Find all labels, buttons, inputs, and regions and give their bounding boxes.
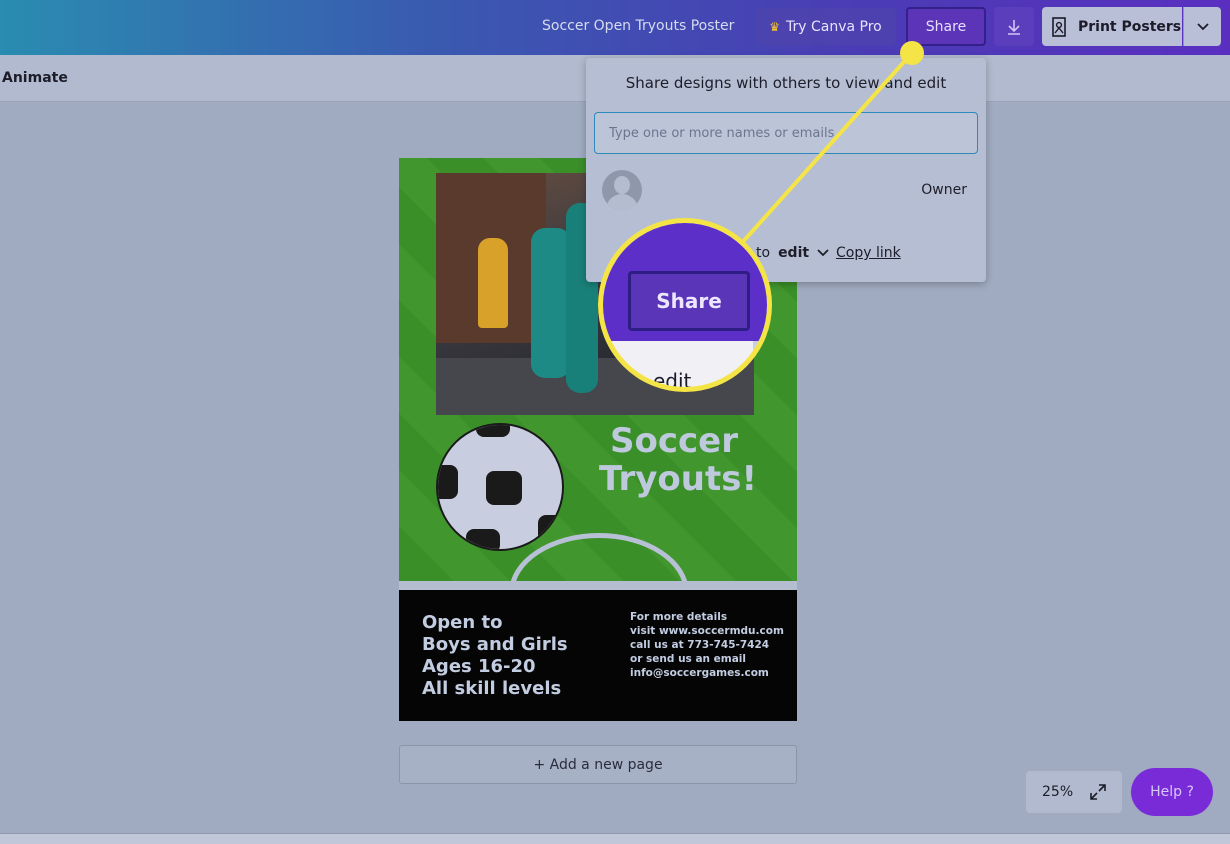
details-line: call us at 773-745-7424 [630,639,770,651]
details-line: or send us an email [630,653,747,665]
top-bar: Soccer Open Tryouts Poster ♛ Try Canva P… [0,0,1230,55]
ball-patch [438,465,458,499]
help-label: Help ? [1150,784,1194,800]
ball-patch [476,425,510,437]
poster-title-line1: Soccer [610,421,738,461]
poster-divider [399,581,797,590]
ball-patch [486,471,522,505]
permission-value: edit [778,245,810,261]
bottom-scrollbar[interactable] [0,833,1230,844]
details-line: For more details [630,611,728,623]
poster-details-text[interactable]: For more details visit www.soccermdu.com… [630,610,784,680]
magnified-share-button: Share [628,271,750,331]
chevron-down-icon [817,249,829,257]
poster-title-line2: Tryouts! [599,459,757,499]
soccer-ball-graphic[interactable] [436,423,564,551]
print-options-dropdown[interactable] [1183,7,1221,46]
owner-role-label: Owner [921,182,967,198]
help-button[interactable]: Help ? [1131,768,1213,816]
zoom-level[interactable]: 25% [1042,784,1073,800]
avatar-head [614,176,630,194]
chevron-down-icon [1196,22,1209,30]
callout-magnifier: Share edit [598,218,772,392]
share-email-input[interactable] [594,112,978,154]
avatar-body [606,194,638,210]
photo-player-1 [478,238,508,328]
details-line: visit www.soccermdu.com [630,625,784,637]
share-label: Share [925,18,967,35]
zoom-control[interactable]: 25% [1026,771,1122,813]
copy-link-button[interactable]: Copy link [836,245,901,261]
add-page-button[interactable]: + Add a new page [399,745,797,784]
open-line: Ages 16-20 [422,656,536,677]
open-line: All skill levels [422,678,562,699]
download-icon [1008,19,1020,35]
poster-title[interactable]: Soccer Tryouts! [599,421,757,499]
document-title[interactable]: Soccer Open Tryouts Poster [542,18,734,34]
callout-dot [900,41,924,65]
ball-patch [466,529,500,549]
poster-open-to-text[interactable]: Open to Boys and Girls Ages 16-20 All sk… [422,612,568,700]
avatar-icon [602,170,642,210]
open-line: Open to [422,612,503,633]
share-panel-heading: Share designs with others to view and ed… [625,74,947,92]
crown-icon: ♛ [769,19,780,34]
share-button[interactable]: Share [906,7,986,46]
photo-player-2 [531,228,571,378]
print-posters-label: Print Posters [1078,18,1182,35]
open-line: Boys and Girls [422,634,568,655]
animate-button[interactable]: Animate [2,70,68,86]
try-pro-label: Try Canva Pro [786,18,882,35]
poster-info-panel: Open to Boys and Girls Ages 16-20 All sk… [399,590,797,721]
expand-icon[interactable] [1089,783,1107,801]
poster-icon [1052,16,1066,37]
print-posters-button[interactable]: Print Posters [1042,7,1182,46]
details-line: info@soccergames.com [630,667,769,679]
try-canva-pro-button[interactable]: ♛ Try Canva Pro [755,8,896,45]
download-button[interactable] [994,7,1034,46]
